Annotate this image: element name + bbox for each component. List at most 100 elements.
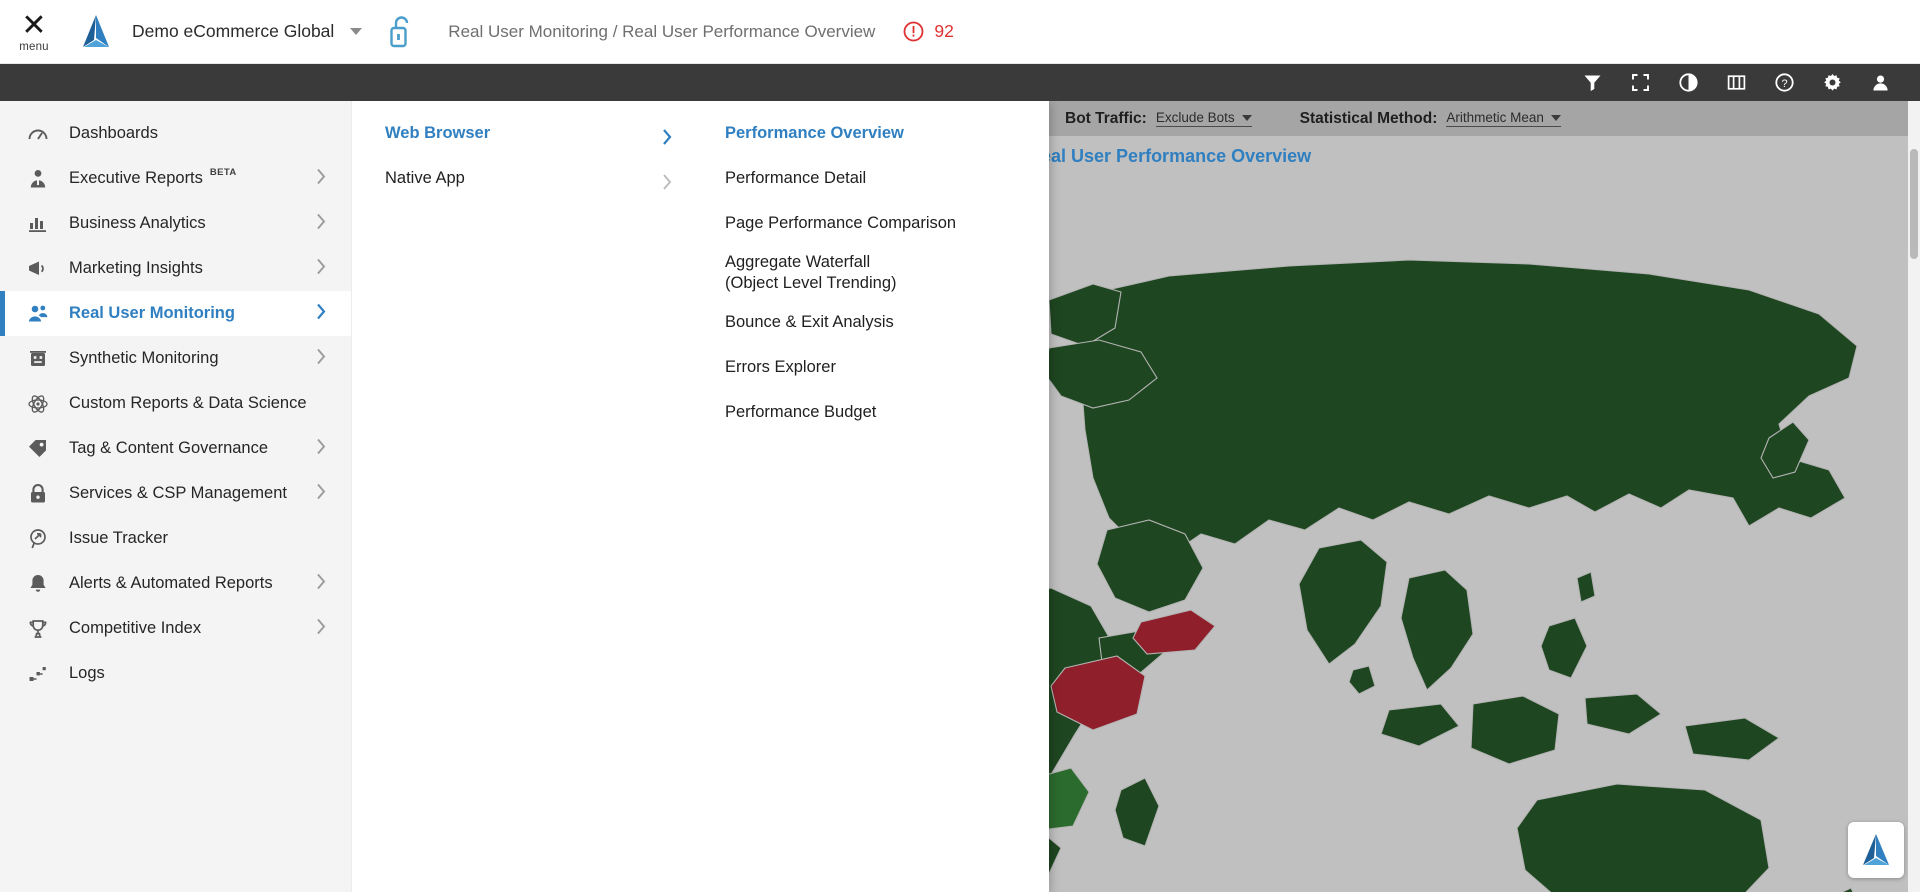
leafmenu-item-label: Performance Budget [725, 403, 877, 422]
alert-count: 92 [934, 21, 954, 41]
statistical-method-label: Statistical Method: [1299, 109, 1438, 127]
caret-down-icon [1550, 114, 1561, 121]
caret-down-icon[interactable] [350, 28, 363, 35]
leafmenu-item-label: Performance Detail [725, 168, 867, 187]
lock-icon [24, 480, 52, 508]
leafmenu-item-errors-explorer[interactable]: Errors Explorer [701, 345, 1049, 390]
vertical-scrollbar[interactable] [1908, 101, 1920, 892]
alert-indicator[interactable]: 92 [903, 21, 954, 42]
sidebar-item-marketing-insights[interactable]: Marketing Insights [0, 246, 351, 291]
chevron-right-icon [315, 617, 327, 640]
navigation-flyout: Dashboards Executive Reports BETA Busine… [0, 101, 1049, 892]
leafmenu-item-label: Page Performance Comparison [725, 213, 957, 232]
sidebar-item-real-user-monitoring[interactable]: Real User Monitoring [0, 291, 351, 336]
exclamation-circle-icon [903, 21, 924, 42]
sidebar-item-label: Custom Reports & Data Science [69, 394, 307, 412]
chevron-right-icon [661, 173, 673, 196]
chevron-right-icon [315, 212, 327, 235]
chevron-right-icon [315, 482, 327, 505]
beta-badge: BETA [209, 167, 237, 178]
sidebar-item-services-csp-management[interactable]: Services & CSP Management [0, 471, 351, 516]
svg-text:?: ? [1781, 78, 1787, 90]
sidebar-item-label: Competitive Index [69, 619, 202, 637]
fullscreen-icon[interactable] [1616, 64, 1664, 101]
leafmenu-item-label: Bounce & Exit Analysis [725, 313, 894, 332]
logs-icon [24, 660, 52, 688]
sidebar-item-issue-tracker[interactable]: Issue Tracker [0, 516, 351, 561]
dark-toolbar: ? [0, 64, 1920, 101]
sidebar-item-label: Logs [69, 664, 105, 682]
sidebar-item-label: Real User Monitoring [69, 304, 235, 322]
sidebar-item-label: Executive Reports [69, 169, 203, 187]
gauge-icon [24, 120, 52, 148]
user-icon[interactable] [1856, 64, 1904, 101]
layout-columns-icon[interactable] [1712, 64, 1760, 101]
contrast-icon[interactable] [1664, 64, 1712, 101]
leafmenu-item-performance-overview[interactable]: Performance Overview [701, 111, 1049, 156]
chevron-right-icon [315, 572, 327, 595]
sidebar-item-competitive-index[interactable]: Competitive Index [0, 606, 351, 651]
sidebar-item-logs[interactable]: Logs [0, 651, 351, 696]
gear-icon[interactable] [1808, 64, 1856, 101]
leafmenu-item-performance-budget[interactable]: Performance Budget [701, 390, 1049, 435]
sidebar-item-label: Tag & Content Governance [69, 439, 269, 457]
unlocked-padlock-icon[interactable] [384, 10, 418, 54]
akamai-triangle-logo[interactable] [1848, 822, 1904, 878]
toolbar-icon-group: ? [1568, 64, 1920, 101]
chevron-right-icon [315, 437, 327, 460]
chevron-right-icon [315, 347, 327, 370]
submenu-item-web-browser[interactable]: Web Browser [352, 111, 701, 156]
leafmenu-item-label: Performance Overview [725, 123, 904, 142]
filter-icon[interactable] [1568, 64, 1616, 101]
akamai-triangle-logo [74, 10, 118, 54]
sidebar-item-custom-reports-data-science[interactable]: Custom Reports & Data Science [0, 381, 351, 426]
issue-pin-icon [24, 525, 52, 553]
statistical-method-value: Arithmetic Mean [1446, 110, 1544, 125]
close-x-icon: ✕ [21, 8, 47, 42]
world-map-choropleth[interactable] [1049, 136, 1920, 892]
chevron-right-icon [661, 128, 673, 151]
sidebar-item-synthetic-monitoring[interactable]: Synthetic Monitoring [0, 336, 351, 381]
bot-traffic-label: Bot Traffic: [1065, 109, 1147, 127]
submenu-column: Web Browser Native App [351, 101, 701, 892]
leafmenu-item-label: Aggregate Waterfall (Object Level Trendi… [725, 253, 897, 293]
menu-toggle-button[interactable]: ✕ menu [0, 0, 68, 64]
leafmenu-column: Performance Overview Performance Detail … [701, 101, 1049, 892]
scrollbar-thumb[interactable] [1910, 149, 1918, 259]
breadcrumb: Real User Monitoring / Real User Perform… [448, 21, 876, 41]
submenu-item-native-app[interactable]: Native App [352, 156, 701, 201]
leafmenu-item-performance-detail[interactable]: Performance Detail [701, 156, 1049, 201]
leafmenu-item-bounce-exit-analysis[interactable]: Bounce & Exit Analysis [701, 300, 1049, 345]
help-circle-icon[interactable]: ? [1760, 64, 1808, 101]
bar-chart-icon [24, 210, 52, 238]
leafmenu-item-aggregate-waterfall[interactable]: Aggregate Waterfall (Object Level Trendi… [701, 246, 1049, 300]
page-title: Real User Performance Overview [1028, 146, 1312, 166]
sidebar-item-executive-reports[interactable]: Executive Reports BETA [0, 156, 351, 201]
leafmenu-item-page-performance-comparison[interactable]: Page Performance Comparison [701, 201, 1049, 246]
sidebar-item-label: Services & CSP Management [69, 484, 287, 502]
bot-traffic-select[interactable]: Exclude Bots [1155, 110, 1252, 127]
sidebar-item-alerts-automated-reports[interactable]: Alerts & Automated Reports [0, 561, 351, 606]
bot-traffic-value: Exclude Bots [1155, 110, 1235, 125]
bell-icon [24, 570, 52, 598]
chevron-right-icon [315, 167, 327, 190]
tags-icon [24, 435, 52, 463]
trophy-icon [24, 615, 52, 643]
sidebar-item-business-analytics[interactable]: Business Analytics [0, 201, 351, 246]
application-root: ✕ menu Demo eCommerce Global Real User M… [0, 0, 1920, 892]
menu-toggle-label: menu [19, 40, 49, 53]
sidebar-item-label: Synthetic Monitoring [69, 349, 219, 367]
chevron-right-icon [315, 302, 327, 325]
chevron-right-icon [315, 257, 327, 280]
users-icon [24, 300, 52, 328]
sidebar-item-label: Marketing Insights [69, 259, 203, 277]
sidebar-item-label: Issue Tracker [69, 529, 169, 547]
top-header-bar: ✕ menu Demo eCommerce Global Real User M… [0, 0, 1920, 64]
submenu-item-label: Native App [385, 168, 465, 187]
account-name[interactable]: Demo eCommerce Global [132, 21, 334, 42]
sidebar-item-tag-content-governance[interactable]: Tag & Content Governance [0, 426, 351, 471]
leafmenu-item-label: Errors Explorer [725, 358, 836, 377]
statistical-method-select[interactable]: Arithmetic Mean [1446, 110, 1561, 127]
sidebar-item-dashboards[interactable]: Dashboards [0, 111, 351, 156]
sidebar-item-label: Alerts & Automated Reports [69, 574, 273, 592]
